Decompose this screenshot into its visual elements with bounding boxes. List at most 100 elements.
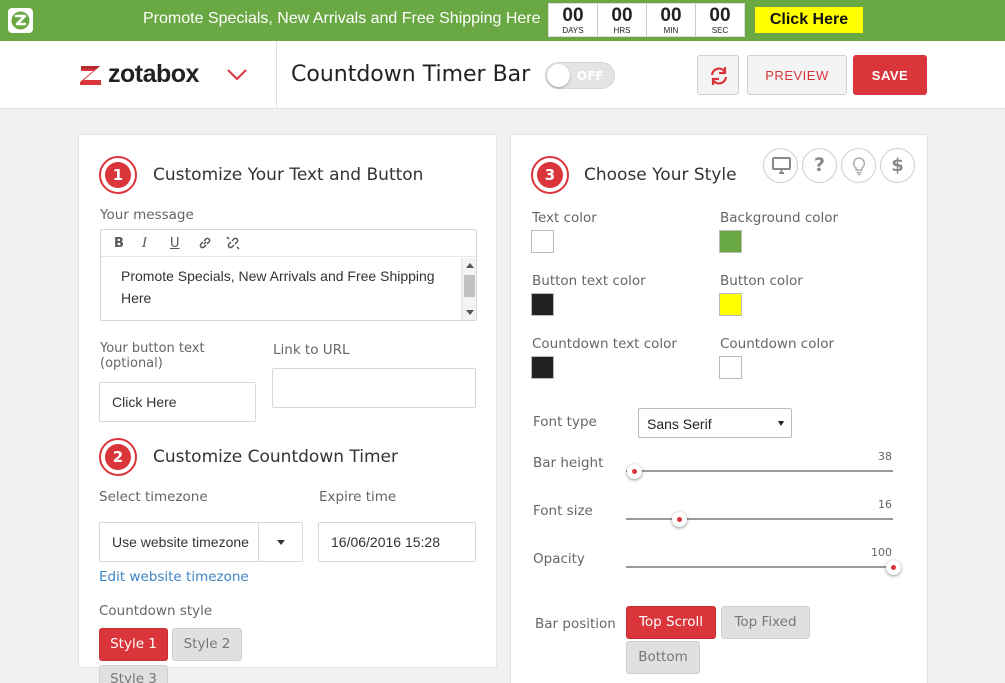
zotabox-logo-icon [80,65,101,85]
underline-button[interactable]: U [170,233,198,253]
expire-time-input[interactable]: 16/06/2016 15:28 [318,522,476,562]
scroll-down-icon[interactable] [466,310,474,315]
slider-knob[interactable] [672,512,688,527]
countdown-text-color-label: Countdown text color [532,336,677,352]
step-badge-1: 1 [99,156,137,194]
slider-knob[interactable] [886,560,901,575]
style-1-option[interactable]: Style 1 [99,628,168,661]
scroll-thumb[interactable] [464,275,475,297]
brand-logo[interactable]: zotabox [78,60,199,89]
page-title: Countdown Timer Bar [291,62,531,87]
countdown-minutes: 00 MIN [647,4,696,36]
reset-button[interactable] [697,55,739,95]
font-type-value: Sans Serif [647,416,712,432]
select-divider [258,523,259,561]
editor-scrollbar[interactable] [461,258,476,320]
timezone-value: Use website timezone [112,534,249,550]
header-divider [276,41,277,109]
countdown-color-label: Countdown color [720,336,835,352]
countdown-unit: SEC [711,26,729,35]
preview-button[interactable]: PREVIEW [747,55,847,95]
countdown-unit: MIN [663,26,679,35]
timezone-select[interactable]: Use website timezone [99,522,303,562]
button-text-color-swatch[interactable] [531,293,554,316]
message-label: Your message [100,207,194,223]
bar-height-slider[interactable] [626,461,893,481]
countdown-value: 00 [611,5,633,26]
button-color-swatch[interactable] [719,293,742,316]
promo-countdown: 00 DAYS 00 HRS 00 MIN 00 SEC [548,3,745,37]
font-type-select[interactable]: Sans Serif [638,408,792,438]
top-fixed-option[interactable]: Top Fixed [721,606,810,639]
link-url-input[interactable] [272,368,476,408]
opacity-slider[interactable] [626,557,901,577]
countdown-text-color-swatch[interactable] [531,356,554,379]
countdown-value: 00 [562,5,584,26]
section-title-countdown-timer: Customize Countdown Timer [153,447,398,467]
message-editor[interactable]: B I U Promote Specials, New Arrivals and… [100,229,477,321]
background-color-swatch[interactable] [719,230,742,253]
editor-toolbar: B I U [101,230,476,257]
caret-down-icon [778,421,784,426]
message-text[interactable]: Promote Specials, New Arrivals and Free … [121,265,441,309]
slider-knob[interactable] [627,464,642,479]
slider-track [626,470,893,472]
zotabox-bar-logo-icon[interactable] [8,8,33,33]
bar-position-label: Bar position [535,616,616,632]
dollar-icon[interactable]: $ [880,148,915,183]
text-and-timer-panel: 1 Customize Your Text and Button Your me… [78,134,497,683]
style-3-option[interactable]: Style 3 [99,665,168,683]
style-2-option[interactable]: Style 2 [172,628,242,661]
slider-track [626,566,893,568]
style-panel: 3 Choose Your Style ? $ Text color Backg… [510,134,928,683]
text-color-swatch[interactable] [531,230,554,253]
enable-toggle[interactable]: OFF [545,62,615,89]
countdown-days: 00 DAYS [549,4,598,36]
link-icon[interactable] [198,233,226,253]
toggle-label: OFF [577,69,604,83]
brand-name: zotabox [108,60,199,88]
italic-button[interactable]: I [142,233,170,253]
bold-button[interactable]: B [114,233,142,253]
button-text-input[interactable]: Click Here [99,382,256,422]
chevron-down-icon[interactable] [226,68,248,82]
scroll-up-icon[interactable] [466,263,474,268]
font-type-label: Font type [533,414,597,430]
countdown-value: 00 [660,5,682,26]
step-number: 2 [105,444,131,470]
countdown-value: 00 [709,5,731,26]
top-scroll-option[interactable]: Top Scroll [626,606,716,639]
countdown-color-swatch[interactable] [719,356,742,379]
unlink-icon[interactable] [226,233,254,253]
section-title-text-button: Customize Your Text and Button [153,165,424,185]
edit-timezone-link[interactable]: Edit website timezone [99,569,249,585]
save-button[interactable]: SAVE [853,55,927,95]
font-size-label: Font size [533,503,593,519]
promo-click-here-button[interactable]: Click Here [755,7,863,33]
lightbulb-icon[interactable] [841,148,876,183]
font-size-slider[interactable] [626,509,893,529]
expire-time-label: Expire time [319,489,397,505]
countdown-style-label: Countdown style [99,603,213,619]
button-text-color-label: Button text color [532,273,646,289]
step-number: 3 [537,162,563,188]
slider-track [626,518,893,520]
caret-down-icon [277,540,285,545]
button-text-label: Your button text (optional) [100,341,205,371]
background-color-label: Background color [720,210,839,226]
countdown-unit: DAYS [562,26,584,35]
countdown-seconds: 00 SEC [696,4,744,36]
step-badge-2: 2 [99,438,137,476]
timezone-label: Select timezone [99,489,208,505]
section-title-style: Choose Your Style [584,165,737,185]
step-badge-3: 3 [531,156,569,194]
refresh-icon [710,67,728,85]
desktop-icon[interactable] [763,148,798,183]
bar-height-label: Bar height [533,455,604,471]
app-header: zotabox Countdown Timer Bar OFF PREVIEW … [0,41,1005,109]
toggle-knob [547,64,570,87]
help-icon[interactable]: ? [802,148,837,183]
bottom-option[interactable]: Bottom [626,641,700,674]
promo-message: Promote Specials, New Arrivals and Free … [143,10,541,27]
text-color-label: Text color [532,210,597,226]
